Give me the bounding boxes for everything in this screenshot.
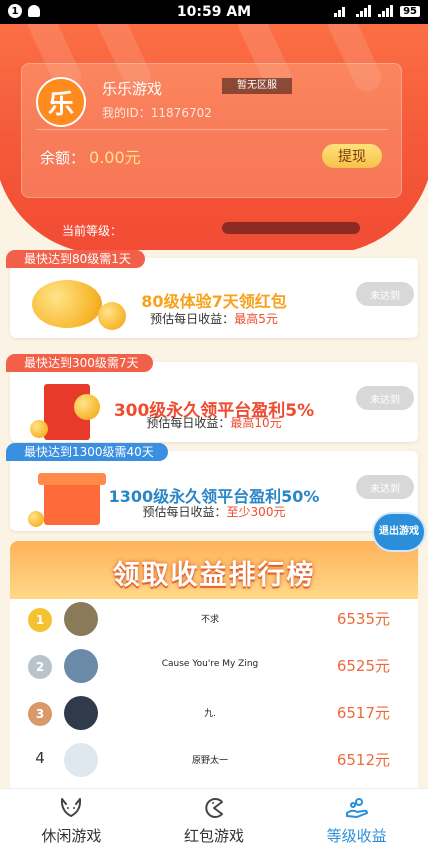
balance: 余额： 0.00元 xyxy=(40,144,141,168)
task-sub-value: 最高10元 xyxy=(230,416,282,430)
status-bar: 1 10:59 AM 95 xyxy=(0,0,428,24)
bronze-medal-icon: 3 xyxy=(28,702,52,726)
tab-level-income[interactable]: 等级收益 xyxy=(285,789,428,850)
profile-card: 乐 乐乐游戏 暂无区服 我的ID：11876702 余额： 0.00元 提现 xyxy=(21,63,402,198)
task-sub-value: 最高5元 xyxy=(234,312,278,326)
battery-icon: 95 xyxy=(400,5,420,17)
app-name: 乐乐游戏 xyxy=(102,80,163,98)
tab-casual-games[interactable]: 休闲游戏 xyxy=(0,789,143,850)
wifi-icon xyxy=(334,5,350,17)
income: 6525元 xyxy=(336,657,390,675)
task-ribbon: 最快达到1300级需40天 xyxy=(6,443,168,461)
task-subtitle: 预估每日收益：至少300元 xyxy=(10,503,418,520)
user-name: 九. xyxy=(204,709,216,719)
task-card-80: 最快达到80级需1天 80级体验7天领红包 预估每日收益：最高5元 未达到 xyxy=(6,250,418,338)
pacman-icon xyxy=(205,798,223,818)
income: 6512元 xyxy=(336,751,390,769)
task-ribbon: 最快达到300级需7天 xyxy=(6,354,153,372)
avatar xyxy=(64,696,98,730)
signal-icon-2 xyxy=(378,5,394,17)
avatar xyxy=(64,602,98,636)
income: 6535元 xyxy=(336,610,390,628)
tab-label: 等级收益 xyxy=(326,827,387,845)
hand-coins-icon xyxy=(345,798,368,818)
rank-number: 4 xyxy=(35,749,45,767)
avatar xyxy=(64,743,98,777)
leaderboard: 领取收益排行榜 1 不求 6535元 2 Cause You're My Zin… xyxy=(10,541,418,801)
tab-red-packet-games[interactable]: 红包游戏 xyxy=(143,789,286,850)
cat-face-icon xyxy=(61,798,82,818)
leaderboard-row: 1 不求 6535元 xyxy=(10,596,418,643)
leaderboard-row: 4 原野太一 6512元 xyxy=(10,737,418,784)
signal-icon xyxy=(356,5,372,17)
withdraw-button[interactable]: 提现 xyxy=(322,144,382,168)
task-sub-label: 预估每日收益： xyxy=(142,505,227,519)
user-id: 我的ID：11876702 xyxy=(102,106,212,120)
task-sub-label: 预估每日收益： xyxy=(146,416,231,430)
claim-button[interactable]: 未达到 xyxy=(356,475,414,499)
task-sub-value: 至少300元 xyxy=(226,505,286,519)
user-name: Cause You're My Zing xyxy=(161,659,259,669)
task-card-300: 最快达到300级需7天 300级永久领平台盈利5% 预估每日收益：最高10元 未… xyxy=(6,354,418,442)
gold-medal-icon: 1 xyxy=(28,608,52,632)
leaderboard-row: 2 Cause You're My Zing 6525元 xyxy=(10,643,418,690)
silver-medal-icon: 2 xyxy=(28,655,52,679)
bottom-nav: 休闲游戏 红包游戏 等级收益 xyxy=(0,788,428,850)
tab-label: 休闲游戏 xyxy=(41,827,102,845)
level-progress-bar xyxy=(222,222,360,234)
balance-label: 余额： xyxy=(40,149,86,167)
balance-amount: 0.00元 xyxy=(89,148,141,167)
leaderboard-title: 领取收益排行榜 xyxy=(112,560,316,591)
task-ribbon: 最快达到80级需1天 xyxy=(6,250,145,268)
app-logo: 乐 xyxy=(36,77,86,127)
leaderboard-row: 3 九. 6517元 xyxy=(10,690,418,737)
avatar xyxy=(64,649,98,683)
current-level-label: 当前等级： xyxy=(62,224,123,238)
income: 6517元 xyxy=(336,704,390,722)
task-sub-label: 预估每日收益： xyxy=(150,312,235,326)
user-name: 原野太一 xyxy=(191,756,228,766)
user-name: 不求 xyxy=(200,615,219,625)
task-card-1300: 最快达到1300级需40天 1300级永久领平台盈利50% 预估每日收益：至少3… xyxy=(6,443,418,531)
claim-button[interactable]: 未达到 xyxy=(356,386,414,410)
task-subtitle: 预估每日收益：最高10元 xyxy=(10,414,418,431)
tab-label: 红包游戏 xyxy=(184,827,245,845)
claim-button[interactable]: 未达到 xyxy=(356,282,414,306)
exit-game-button[interactable]: 退出游戏 xyxy=(372,512,426,552)
region-badge: 暂无区服 xyxy=(222,78,292,94)
card-divider xyxy=(36,129,388,130)
task-subtitle: 预估每日收益：最高5元 xyxy=(10,310,418,327)
